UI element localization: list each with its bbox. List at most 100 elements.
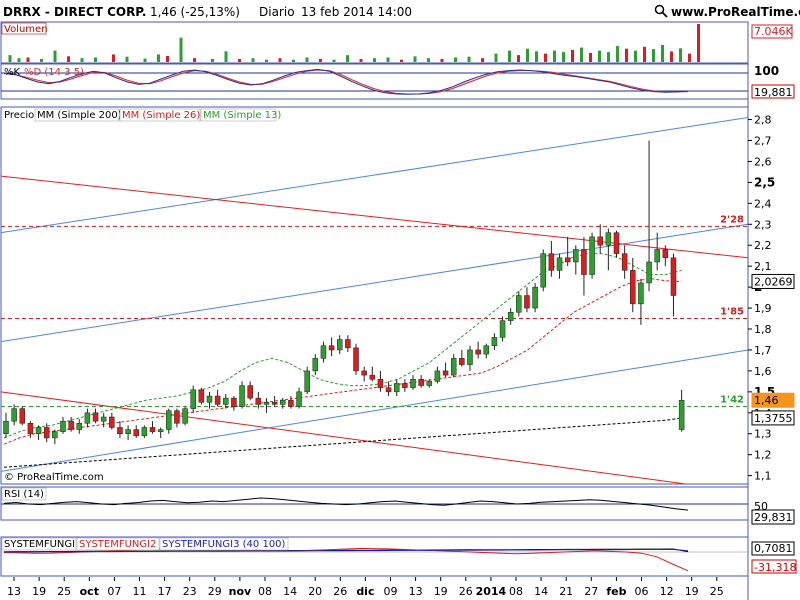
volume-bar (53, 50, 57, 62)
volume-bar (265, 59, 268, 62)
candle-body (68, 420, 74, 430)
candle-body (3, 420, 9, 434)
candle-body (442, 370, 449, 376)
volume-bar (224, 51, 228, 62)
candle-body (231, 397, 237, 407)
candle-body (247, 385, 253, 399)
candle-body (263, 402, 270, 405)
xtick-label: 21 (559, 585, 573, 598)
volume-bar (616, 46, 619, 62)
legend-label: MM (Simple 200) (37, 110, 122, 121)
volume-bar (94, 57, 97, 62)
xtick-label: 09 (384, 585, 398, 598)
candle-body (84, 412, 91, 424)
xtick-label: 08 (258, 585, 272, 598)
candle-body (410, 379, 416, 388)
candle-body (345, 339, 351, 349)
volume-bar (373, 58, 376, 62)
candle-body (418, 379, 424, 386)
volume-bar (598, 50, 601, 62)
price-ytick-label: 2,3 (754, 218, 772, 231)
candle-body (19, 408, 26, 424)
candle-body (459, 358, 465, 365)
candle-body (320, 345, 327, 359)
volume-bar (413, 56, 417, 62)
xtick-label: 06 (635, 585, 649, 598)
candle-body (182, 408, 188, 424)
price-ytick-label: 2,5 (754, 175, 775, 189)
volume-bar (544, 53, 547, 62)
volume-bar (386, 57, 390, 62)
volume-bar (179, 37, 183, 62)
volume-bar (625, 48, 628, 62)
candle-body (280, 399, 286, 405)
candle-body (678, 399, 685, 430)
price-ytick-label: 1,1 (754, 470, 772, 483)
candle-body (27, 423, 34, 434)
volume-bar (661, 44, 664, 62)
candle-body (434, 370, 441, 382)
xtick-label: 19 (685, 585, 699, 598)
candle-body (239, 385, 245, 407)
candle-body (369, 374, 376, 380)
candle-body (214, 395, 221, 405)
volume-bar (440, 58, 444, 62)
volume-bar (517, 55, 520, 62)
xtick-label: 19 (32, 585, 46, 598)
volume-bar (652, 49, 655, 62)
xtick-label: nov (229, 585, 252, 598)
price-ytick-label: 1,2 (754, 449, 772, 462)
candle-body (43, 427, 50, 439)
price-tag-label: 2,0269 (754, 275, 793, 288)
xtick-label: 14 (283, 585, 297, 598)
xtick-label: dic (356, 585, 374, 598)
volume-bar (634, 50, 637, 62)
candle-body (662, 249, 669, 259)
volume-bar (580, 47, 583, 62)
volume-bar (319, 58, 322, 62)
xtick-label: 07 (107, 585, 121, 598)
candle-body (467, 349, 473, 365)
xtick-label: 14 (534, 585, 548, 598)
candle-body (174, 410, 180, 424)
price-title: Precio (4, 110, 34, 121)
price-ytick-label: 2,2 (754, 239, 772, 252)
xtick-label: 11 (133, 585, 147, 598)
volume-bar (643, 46, 646, 62)
stochastic-title-k: %K (4, 67, 21, 78)
rsi-title: RSI (14) (4, 489, 44, 500)
candle-body (190, 389, 196, 409)
candle-body (646, 261, 652, 284)
volume-bar (508, 50, 511, 62)
candle-body (100, 416, 107, 422)
price-ytick-label: 1,3 (754, 428, 772, 441)
candle-body (377, 379, 384, 388)
volume-bar (112, 54, 115, 62)
volume-bar (278, 58, 282, 62)
xtick-label: 27 (584, 585, 598, 598)
xtick-label: 13 (7, 585, 21, 598)
candle-body (304, 370, 310, 393)
candle-body (402, 383, 408, 388)
price-tag-label: 1,46 (754, 394, 779, 407)
candle-body (385, 387, 392, 393)
volume-bar (526, 48, 529, 62)
volume-bar (332, 59, 336, 62)
volume-bar (427, 58, 430, 62)
candle-body (166, 410, 172, 430)
candle-body (11, 408, 17, 422)
stochastic-pane (0, 63, 749, 100)
xtick-label: oct (80, 585, 99, 598)
candle-body (654, 249, 660, 263)
price-ytick-label: 2,4 (754, 197, 772, 210)
candle-body (475, 349, 481, 355)
candle-body (548, 253, 555, 271)
volume-bar (292, 59, 295, 62)
volume-bar (26, 57, 30, 62)
volume-bar (67, 56, 70, 62)
xtick-label: 25 (710, 585, 724, 598)
candle-body (597, 236, 603, 246)
volume-bar (454, 57, 457, 62)
price-ytick-label: 1,9 (754, 302, 772, 315)
candle-body (336, 339, 343, 351)
